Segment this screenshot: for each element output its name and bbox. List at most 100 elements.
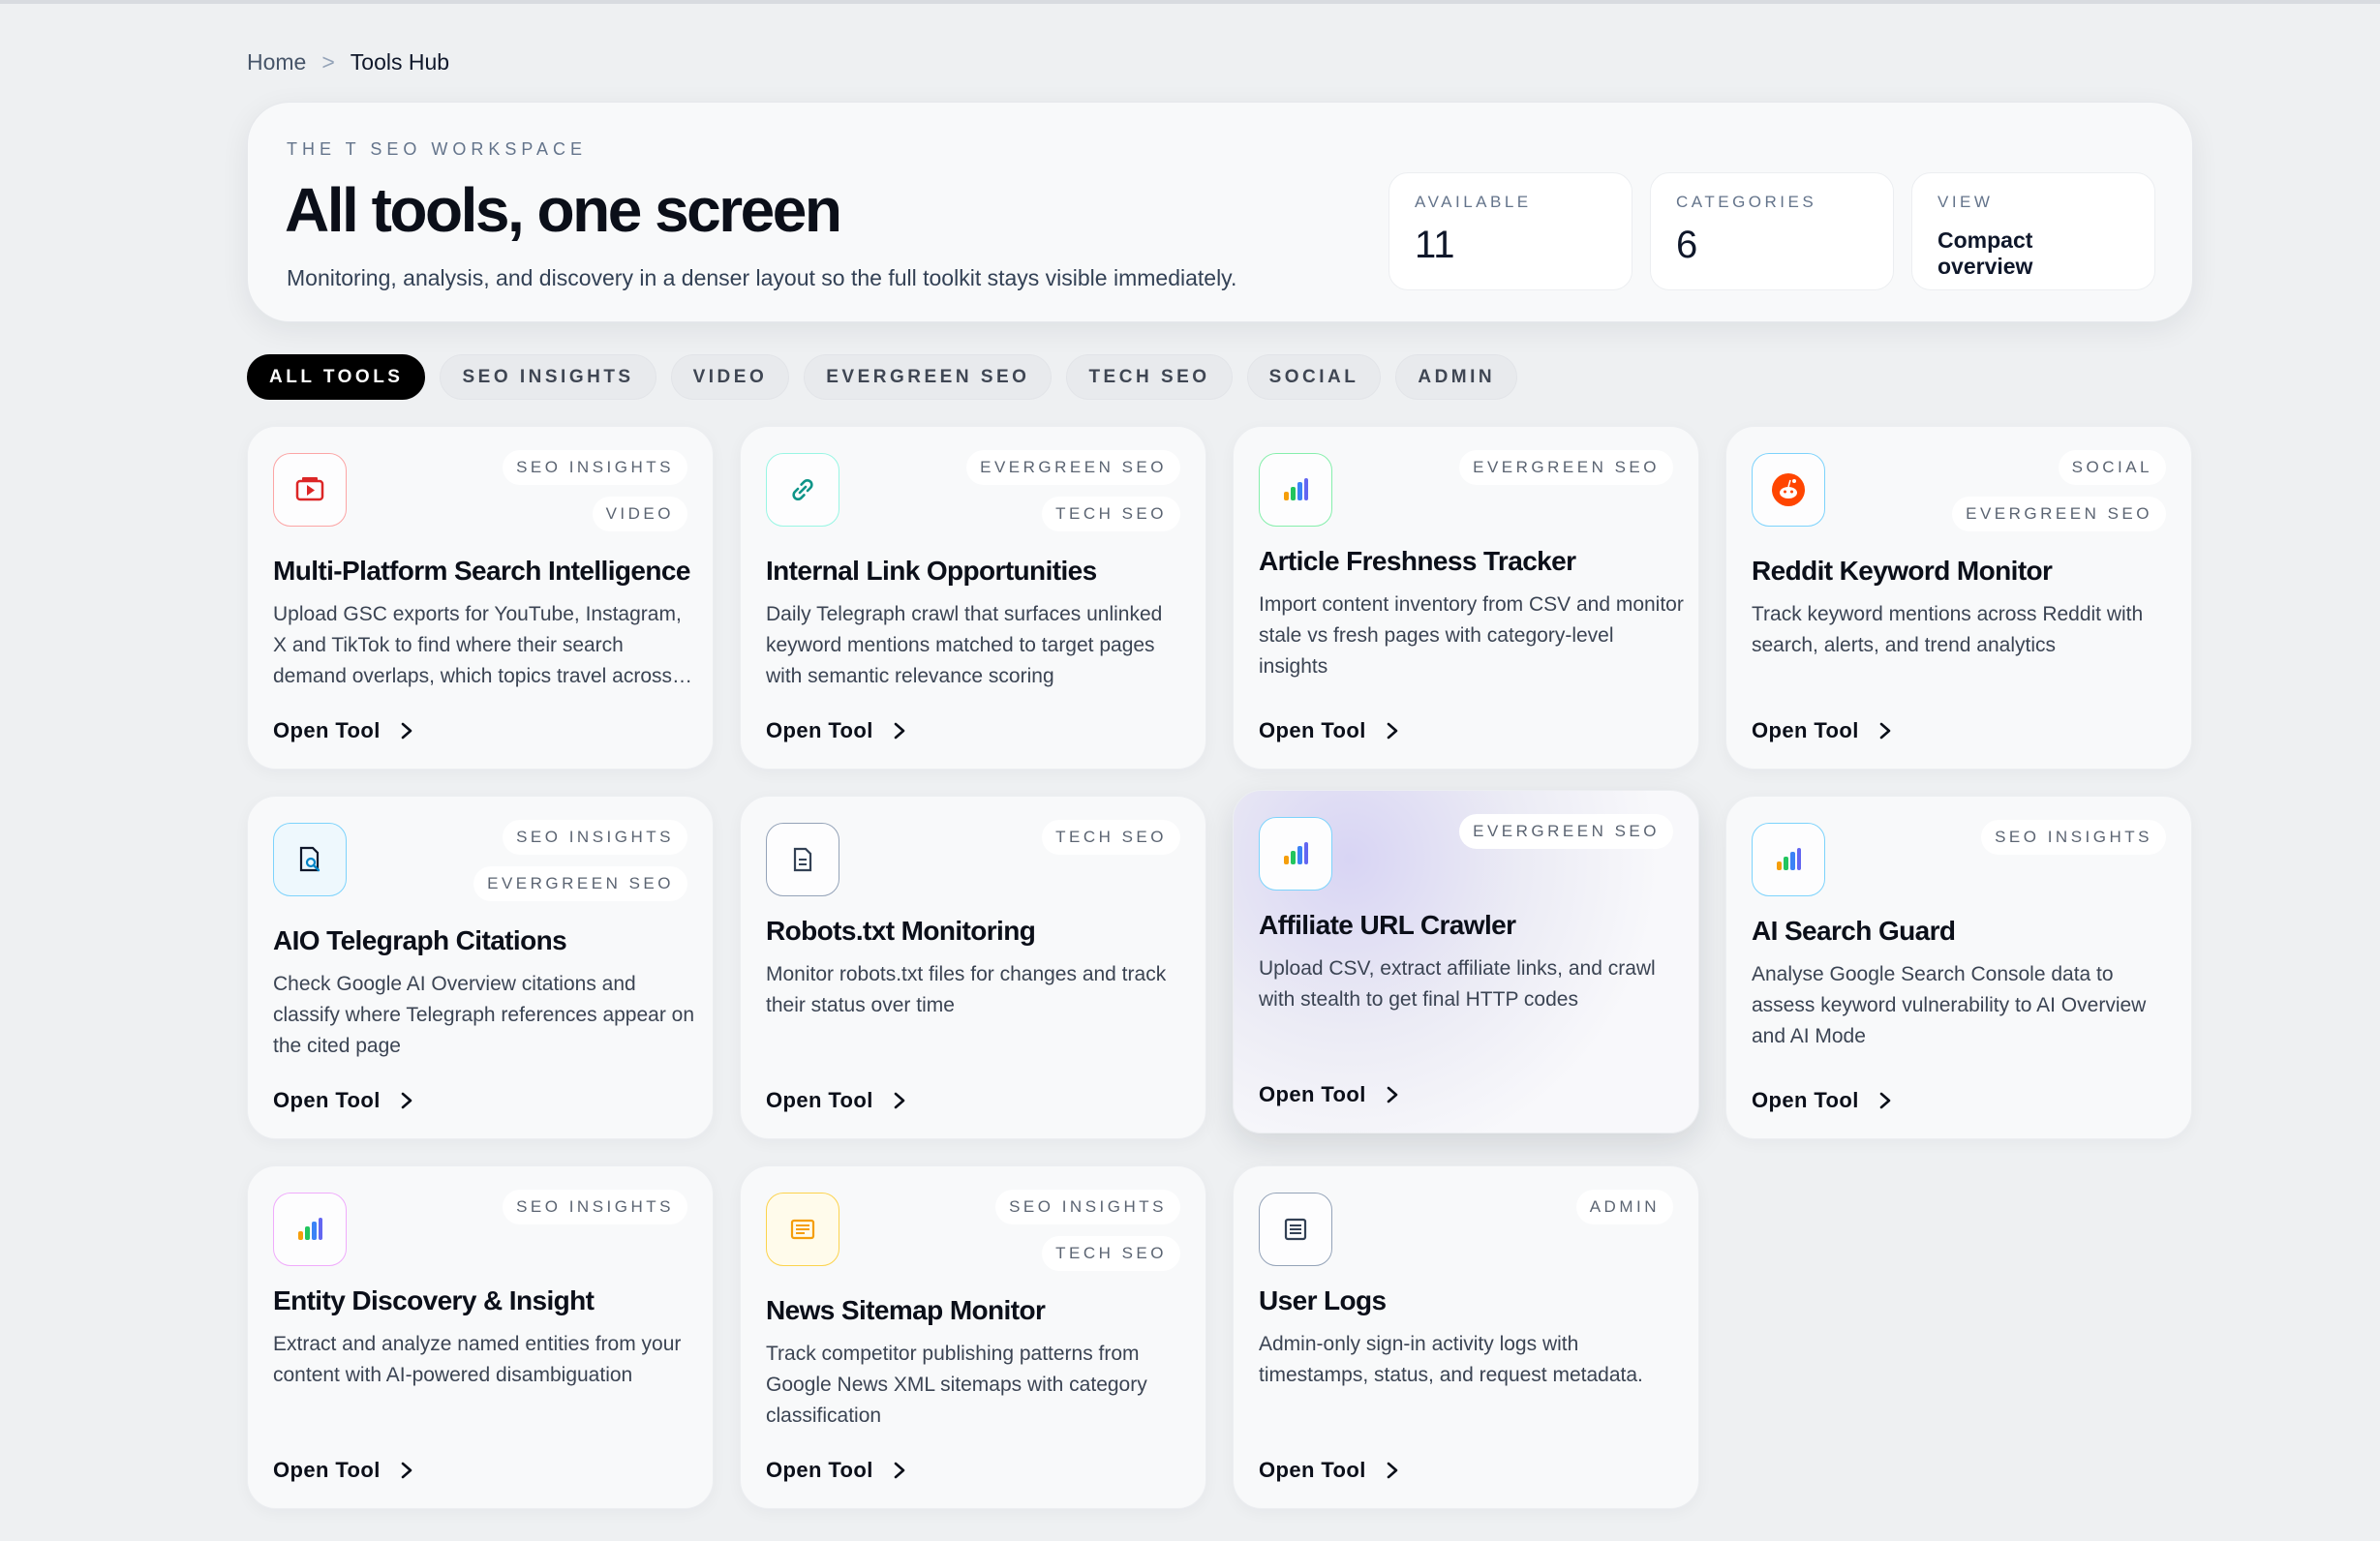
tool-card[interactable]: SEO INSIGHTS VIDEO Multi-Platform Search…	[247, 426, 714, 770]
tool-description: Track keyword mentions across Reddit wit…	[1752, 603, 2144, 656]
tool-tag: EVERGREEN SEO	[473, 866, 687, 901]
tool-name: AIO Telegraph Citations	[273, 925, 567, 955]
top-border	[0, 0, 2380, 4]
open-tool-link[interactable]: Open Tool	[273, 718, 413, 743]
tool-tag: SEO INSIGHTS	[503, 450, 687, 485]
breadcrumb: Home > Tools Hub	[247, 46, 2193, 77]
open-tool-link[interactable]: Open Tool	[766, 1458, 906, 1483]
open-tool-link[interactable]: Open Tool	[273, 1458, 413, 1483]
tool-card[interactable]: ADMIN User Logs Admin-only sign-in activ…	[1233, 1165, 1699, 1509]
filter-video[interactable]: VIDEO	[670, 354, 790, 400]
filter-social[interactable]: SOCIAL	[1246, 354, 1382, 400]
stat-view-label: VIEW	[1938, 193, 1994, 211]
breadcrumb-home-link[interactable]: Home	[247, 49, 306, 76]
open-tool-link[interactable]: Open Tool	[1259, 1458, 1399, 1483]
open-tool-link[interactable]: Open Tool	[1259, 1082, 1399, 1107]
open-tool-label: Open Tool	[1752, 718, 1859, 742]
chevron-right-icon	[401, 1092, 412, 1109]
tool-card[interactable]: SEO INSIGHTS AI Search Guard Analyse Goo…	[1725, 796, 2192, 1139]
breadcrumb-separator: >	[321, 48, 335, 75]
filter-seo-insights[interactable]: SEO INSIGHTS	[440, 354, 656, 400]
stat-categories-label: CATEGORIES	[1676, 193, 1817, 211]
tool-tags: ADMIN	[1575, 1190, 1673, 1224]
open-tool-link[interactable]: Open Tool	[1752, 1088, 1892, 1113]
category-filter-bar: ALL TOOLS SEO INSIGHTS VIDEO EVERGREEN S…	[247, 354, 1518, 400]
stat-available-label: AVAILABLE	[1415, 193, 1532, 211]
open-tool-link[interactable]: Open Tool	[273, 1088, 413, 1113]
tool-card[interactable]: SEO INSIGHTS Entity Discovery & Insight …	[247, 1165, 714, 1509]
tool-card[interactable]: SEO INSIGHTS EVERGREEN SEO AIO Telegraph…	[247, 796, 714, 1139]
filter-admin[interactable]: ADMIN	[1395, 354, 1518, 400]
tool-card-hovered[interactable]: EVERGREEN SEO Affiliate URL Crawler Uplo…	[1233, 790, 1699, 1133]
page-subtitle: Monitoring, analysis, and discovery in a…	[287, 265, 1237, 290]
chevron-right-icon	[1387, 722, 1398, 740]
tool-tag: TECH SEO	[1042, 497, 1180, 531]
tool-name: Robots.txt Monitoring	[766, 916, 1036, 946]
open-tool-label: Open Tool	[1259, 718, 1366, 742]
stat-categories: CATEGORIES 6	[1650, 172, 1894, 290]
open-tool-link[interactable]: Open Tool	[766, 718, 906, 743]
tool-description: Admin-only sign-in activity logs with ti…	[1259, 1333, 1643, 1386]
tool-tag: SEO INSIGHTS	[503, 820, 687, 855]
open-tool-link[interactable]: Open Tool	[1752, 718, 1892, 743]
chevron-right-icon	[401, 722, 412, 740]
tool-card[interactable]: EVERGREEN SEO Article Freshness Tracker …	[1233, 426, 1699, 770]
tools-hub-page: Home > Tools Hub THE T SEO WORKSPACE All…	[247, 46, 2193, 1509]
tool-description: Daily Telegraph crawl that surfaces unli…	[766, 603, 1163, 687]
open-tool-link[interactable]: Open Tool	[1259, 718, 1399, 743]
hero-panel: THE T SEO WORKSPACE All tools, one scree…	[247, 102, 2193, 322]
chevron-right-icon	[1387, 1462, 1398, 1479]
tool-description: Upload GSC exports for YouTube, Instagra…	[273, 603, 682, 687]
bar-chart-icon	[1752, 823, 1825, 896]
tool-description: Monitor robots.txt files for changes and…	[766, 963, 1167, 1016]
tool-description: Import content inventory from CSV and mo…	[1259, 593, 1684, 678]
tool-tag: EVERGREEN SEO	[966, 450, 1180, 485]
stat-view-value: Compact overview	[1938, 227, 2033, 279]
tool-name: Entity Discovery & Insight	[273, 1285, 595, 1315]
tool-card[interactable]: SOCIAL EVERGREEN SEO Reddit Keyword Moni…	[1725, 426, 2192, 770]
tool-description: Analyse Google Search Console data to as…	[1752, 963, 2147, 1047]
tool-tags: EVERGREEN SEO	[1459, 450, 1673, 485]
tool-name: Affiliate URL Crawler	[1259, 910, 1516, 940]
tool-tags: SEO INSIGHTS	[1981, 820, 2166, 855]
document-icon	[766, 823, 839, 896]
tool-tag: EVERGREEN SEO	[1459, 450, 1673, 485]
tool-tag: TECH SEO	[1042, 820, 1180, 855]
bar-chart-icon	[1259, 453, 1332, 527]
tool-tag: ADMIN	[1575, 1190, 1673, 1224]
tool-tag: SEO INSIGHTS	[503, 1190, 687, 1224]
stat-available: AVAILABLE 11	[1388, 172, 1632, 290]
open-tool-label: Open Tool	[273, 1458, 381, 1482]
chevron-right-icon	[1387, 1086, 1398, 1103]
tool-tag: SEO INSIGHTS	[995, 1190, 1180, 1224]
tool-description: Track competitor publishing patterns fro…	[766, 1343, 1147, 1427]
filter-evergreen-seo[interactable]: EVERGREEN SEO	[804, 354, 1053, 400]
stat-available-value: 11	[1415, 224, 1455, 266]
open-tool-label: Open Tool	[273, 718, 381, 742]
tool-tags: EVERGREEN SEO	[1459, 814, 1673, 849]
tool-name: AI Search Guard	[1752, 916, 1956, 946]
filter-tech-seo[interactable]: TECH SEO	[1066, 354, 1233, 400]
hero-eyebrow: THE T SEO WORKSPACE	[287, 139, 588, 159]
open-tool-label: Open Tool	[273, 1088, 381, 1112]
tool-card[interactable]: EVERGREEN SEO TECH SEO Internal Link Opp…	[740, 426, 1206, 770]
breadcrumb-current: Tools Hub	[350, 48, 450, 75]
tool-tag: EVERGREEN SEO	[1459, 814, 1673, 849]
tool-tags: EVERGREEN SEO TECH SEO	[966, 450, 1180, 531]
filter-all-tools[interactable]: ALL TOOLS	[247, 354, 426, 400]
stat-view: VIEW Compact overview	[1911, 172, 2155, 290]
open-tool-label: Open Tool	[1259, 1082, 1366, 1106]
chevron-right-icon	[1879, 1092, 1891, 1109]
tool-card[interactable]: TECH SEO Robots.txt Monitoring Monitor r…	[740, 796, 1206, 1139]
open-tool-link[interactable]: Open Tool	[766, 1088, 906, 1113]
chevron-right-icon	[894, 722, 905, 740]
tool-name: News Sitemap Monitor	[766, 1295, 1046, 1325]
open-tool-label: Open Tool	[766, 718, 873, 742]
chevron-right-icon	[401, 1462, 412, 1479]
tool-card[interactable]: SEO INSIGHTS TECH SEO News Sitemap Monit…	[740, 1165, 1206, 1509]
bar-chart-icon	[1259, 817, 1332, 891]
tool-tags: SOCIAL EVERGREEN SEO	[1952, 450, 2166, 531]
open-tool-label: Open Tool	[1752, 1088, 1859, 1112]
news-icon	[766, 1193, 839, 1266]
tool-tag: TECH SEO	[1042, 1236, 1180, 1271]
